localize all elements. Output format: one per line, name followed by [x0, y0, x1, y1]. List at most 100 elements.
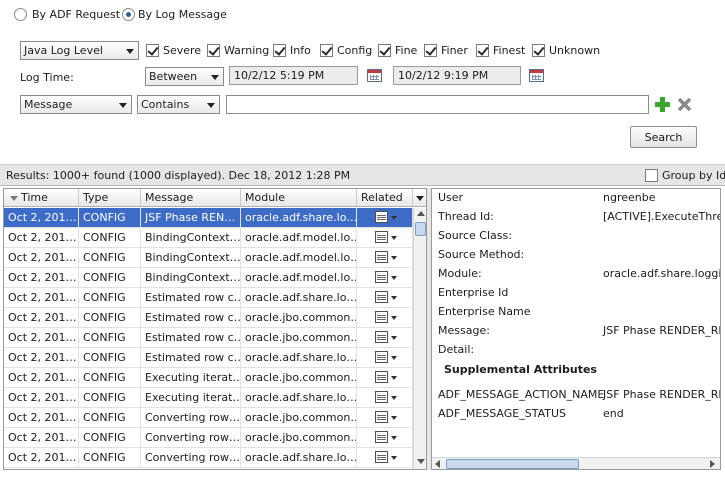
- filter-value-input[interactable]: [226, 95, 649, 114]
- checkbox-warning[interactable]: [207, 44, 220, 57]
- table-row[interactable]: Oct 2, 201… CONFIG Executing iterat… oracle…: [4, 368, 413, 388]
- table-row[interactable]: Oct 2, 201… CONFIG JSF Phase REN… oracle.ad…: [4, 208, 413, 228]
- log-level-select[interactable]: Java Log Level: [20, 41, 139, 60]
- cell-time: Oct 2, 201…: [4, 328, 79, 348]
- log-time-to-value: 10/2/12 9:19 PM: [398, 69, 489, 82]
- related-icon[interactable]: [375, 391, 397, 403]
- chevron-down-icon: [207, 103, 215, 108]
- table-row[interactable]: Oct 2, 201… CONFIG Converting row… oracle.j…: [4, 428, 413, 448]
- scroll-right-arrow-icon[interactable]: [710, 460, 715, 468]
- cell-type: CONFIG: [79, 368, 141, 388]
- related-icon[interactable]: [375, 271, 397, 283]
- checkbox-fine[interactable]: [378, 44, 391, 57]
- cell-time: Oct 2, 201…: [4, 408, 79, 428]
- radio-by-log-message[interactable]: [122, 8, 135, 21]
- cell-type: CONFIG: [79, 288, 141, 308]
- results-summary: Results: 1000+ found (1000 displayed). D…: [6, 169, 351, 182]
- cell-module: oracle.adf.share.lo…: [241, 208, 357, 228]
- horizontal-scroll-thumb[interactable]: [446, 459, 579, 469]
- table-row[interactable]: Oct 2, 201… CONFIG Executing iterat… oracle…: [4, 388, 413, 408]
- checkbox-unknown[interactable]: [532, 44, 545, 57]
- cell-related: [357, 388, 413, 408]
- calendar-icon[interactable]: [529, 69, 544, 82]
- log-time-from-field[interactable]: 10/2/12 5:19 PM: [229, 66, 358, 85]
- related-icon[interactable]: [375, 291, 397, 303]
- add-icon[interactable]: [655, 97, 670, 112]
- table-row[interactable]: Oct 2, 201… CONFIG Estimated row c… oracle.…: [4, 288, 413, 308]
- table-row[interactable]: Oct 2, 201… CONFIG Estimated row c… oracle.…: [4, 328, 413, 348]
- cell-time: Oct 2, 201…: [4, 388, 79, 408]
- checkbox-info[interactable]: [273, 44, 286, 57]
- table-vertical-scrollbar[interactable]: [413, 208, 426, 469]
- cell-time: Oct 2, 201…: [4, 208, 79, 228]
- log-time-operator-value: Between: [149, 70, 198, 83]
- detail-label-enterprise-name: Enterprise Name: [438, 305, 531, 318]
- column-header-message-label: Message: [145, 191, 194, 204]
- cell-related: [357, 408, 413, 428]
- checkbox-unknown-label: Unknown: [549, 44, 601, 57]
- checkbox-warning-label: Warning: [224, 44, 270, 57]
- related-icon[interactable]: [375, 231, 397, 243]
- related-icon[interactable]: [375, 331, 397, 343]
- cell-related: [357, 288, 413, 308]
- column-header-module[interactable]: Module: [241, 189, 357, 207]
- column-header-type[interactable]: Type: [79, 189, 141, 207]
- checkbox-config[interactable]: [320, 44, 333, 57]
- search-button-label: Search: [644, 131, 683, 144]
- checkbox-severe[interactable]: [146, 44, 159, 57]
- table-row[interactable]: Oct 2, 201… CONFIG Estimated row c… oracle.…: [4, 308, 413, 328]
- related-icon[interactable]: [375, 431, 397, 443]
- detail-label-source-class: Source Class:: [438, 229, 512, 242]
- checkbox-finest[interactable]: [476, 44, 489, 57]
- related-icon[interactable]: [375, 411, 397, 423]
- scroll-thumb[interactable]: [415, 222, 426, 236]
- related-icon[interactable]: [375, 251, 397, 263]
- scroll-up-arrow-icon[interactable]: [417, 211, 425, 216]
- scroll-left-arrow-icon[interactable]: [435, 460, 440, 468]
- group-by-id-checkbox[interactable]: [645, 169, 658, 182]
- detail-horizontal-scrollbar[interactable]: [432, 457, 720, 469]
- table-row[interactable]: Oct 2, 201… CONFIG BindingContext… oracle.a…: [4, 268, 413, 288]
- column-menu-button[interactable]: [413, 189, 426, 207]
- log-time-to-field[interactable]: 10/2/12 9:19 PM: [393, 66, 521, 85]
- filter-operator-select[interactable]: Contains: [137, 95, 220, 114]
- cell-module: oracle.jbo.common…: [241, 428, 357, 448]
- checkbox-finer[interactable]: [424, 44, 437, 57]
- checkbox-config-label: Config: [337, 44, 373, 57]
- table-row[interactable]: Oct 2, 201… CONFIG Converting row… oracle.a…: [4, 448, 413, 468]
- cell-type: CONFIG: [79, 388, 141, 408]
- remove-icon[interactable]: [677, 97, 692, 112]
- related-icon[interactable]: [375, 451, 397, 463]
- cell-time: Oct 2, 201…: [4, 248, 79, 268]
- related-icon[interactable]: [375, 211, 397, 223]
- detail-label-thread-id: Thread Id:: [438, 210, 494, 223]
- detail-value-thread-id: [ACTIVE].ExecuteThread: [603, 210, 720, 223]
- detail-label-user: User: [438, 191, 464, 204]
- table-row[interactable]: Oct 2, 201… CONFIG BindingContext… oracle.a…: [4, 228, 413, 248]
- cell-related: [357, 248, 413, 268]
- log-time-label: Log Time:: [20, 71, 74, 84]
- column-header-time[interactable]: Time: [4, 189, 79, 207]
- cell-module: oracle.jbo.common…: [241, 328, 357, 348]
- table-row[interactable]: Oct 2, 201… CONFIG Estimated row c… oracle.…: [4, 348, 413, 368]
- log-time-operator-select[interactable]: Between: [145, 67, 224, 86]
- calendar-icon[interactable]: [367, 69, 382, 82]
- cell-module: oracle.adf.model.lo…: [241, 268, 357, 288]
- cell-related: [357, 228, 413, 248]
- cell-type: CONFIG: [79, 328, 141, 348]
- related-icon[interactable]: [375, 351, 397, 363]
- table-row[interactable]: Oct 2, 201… CONFIG BindingContext… oracle.a…: [4, 248, 413, 268]
- scroll-down-arrow-icon[interactable]: [417, 459, 425, 464]
- filter-field-select[interactable]: Message: [20, 95, 132, 114]
- search-button[interactable]: Search: [630, 126, 697, 148]
- table-row[interactable]: Oct 2, 201… CONFIG Converting row… oracle.j…: [4, 408, 413, 428]
- cell-message: Converting row…: [141, 448, 241, 468]
- cell-module: oracle.adf.share.lo…: [241, 388, 357, 408]
- cell-module: oracle.adf.share.lo…: [241, 448, 357, 468]
- related-icon[interactable]: [375, 371, 397, 383]
- related-icon[interactable]: [375, 311, 397, 323]
- column-header-related[interactable]: Related: [357, 189, 413, 207]
- radio-by-adf-request[interactable]: [14, 8, 27, 21]
- cell-time: Oct 2, 201…: [4, 448, 79, 468]
- column-header-message[interactable]: Message: [141, 189, 241, 207]
